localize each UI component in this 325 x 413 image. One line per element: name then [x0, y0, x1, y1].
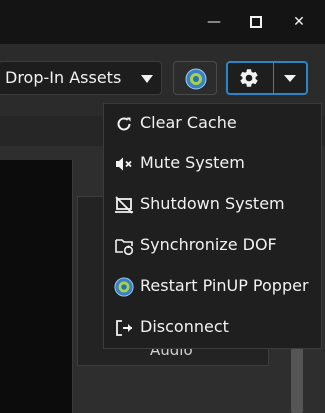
menu-item-label: Shutdown System — [140, 194, 285, 213]
settings-button[interactable] — [238, 67, 260, 93]
assets-dropdown[interactable]: Drop-In Assets — [0, 61, 162, 95]
menu-item-synchronize-dof[interactable]: Synchronize DOF — [104, 226, 321, 266]
preview-panel — [0, 160, 73, 413]
menu-item-label: Clear Cache — [140, 113, 237, 132]
menu-item-mute-system[interactable]: Mute System — [104, 144, 321, 184]
maximize-icon — [250, 16, 262, 28]
menu-item-label: Restart PinUP Popper — [140, 276, 309, 295]
assets-dropdown-value: Drop-In Assets — [5, 68, 122, 87]
menu-item-shutdown-system[interactable]: Shutdown System — [104, 185, 321, 225]
disconnect-icon — [116, 320, 132, 336]
settings-menu-chevron-down-icon[interactable] — [284, 75, 296, 82]
refresh-icon — [117, 117, 131, 131]
settings-split-button[interactable] — [226, 61, 308, 95]
menu-item-clear-cache[interactable]: Clear Cache — [104, 104, 321, 144]
maximize-button[interactable] — [244, 10, 268, 34]
pinup-popper-logo-icon — [185, 68, 207, 90]
minimize-button[interactable]: — — [202, 10, 226, 34]
minimize-icon: — — [207, 14, 221, 30]
close-icon: ✕ — [293, 14, 305, 30]
menu-item-label: Mute System — [140, 153, 245, 172]
close-button[interactable]: ✕ — [287, 10, 311, 34]
settings-menu: Clear Cache Mute System Shutdown System … — [103, 103, 322, 349]
pinup-popper-logo-icon — [114, 277, 134, 297]
menu-item-label: Synchronize DOF — [140, 235, 277, 254]
folder-sync-icon — [115, 239, 134, 256]
scrollbar[interactable] — [291, 340, 303, 413]
mute-icon — [116, 157, 132, 171]
gear-icon — [240, 69, 258, 87]
split-divider — [273, 63, 274, 93]
menu-item-disconnect[interactable]: Disconnect — [104, 308, 321, 348]
menu-item-restart-pinup-popper[interactable]: Restart PinUP Popper — [104, 267, 321, 307]
title-bar — [0, 0, 325, 44]
menu-item-label: Disconnect — [140, 317, 229, 336]
shutdown-icon — [115, 196, 133, 214]
pinup-popper-button[interactable] — [173, 61, 217, 95]
chevron-down-icon — [141, 75, 153, 83]
